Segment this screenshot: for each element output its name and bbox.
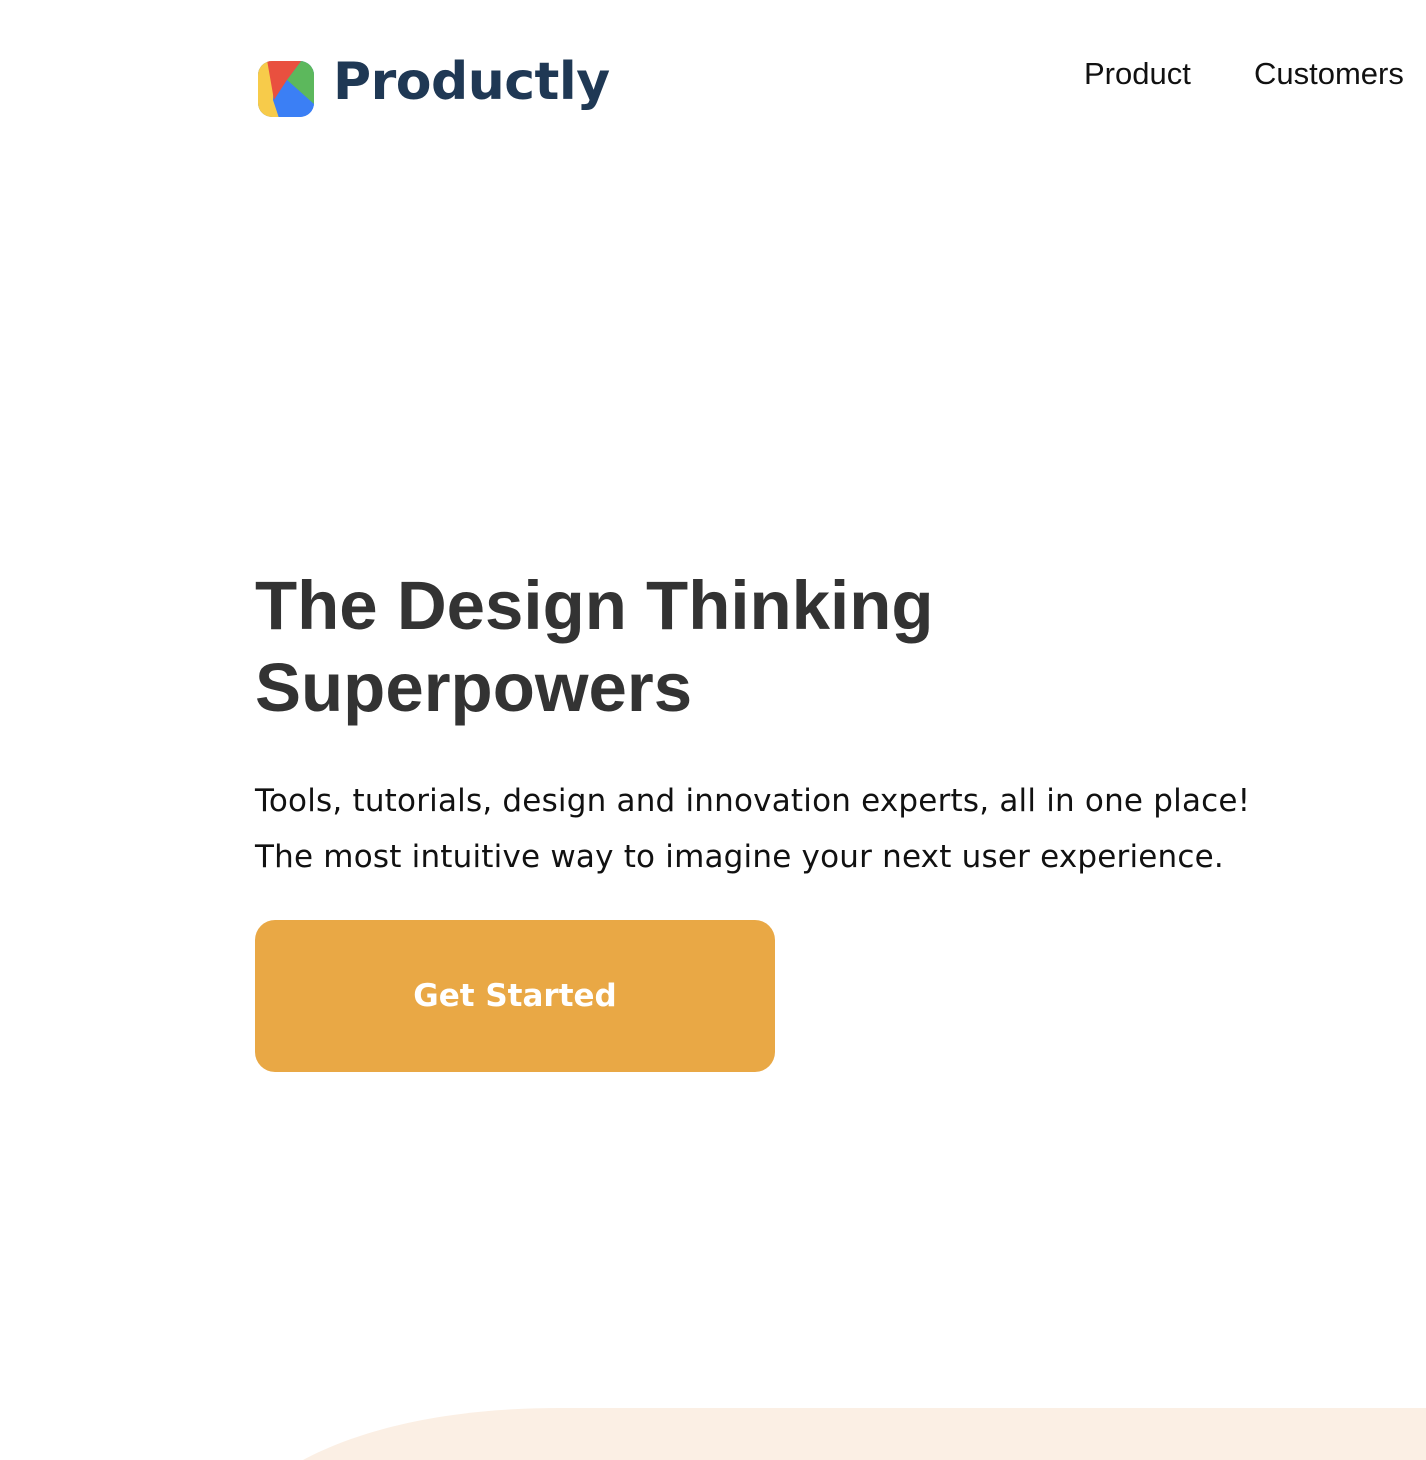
hero-title: The Design Thinking Superpowers	[255, 567, 934, 726]
hero-subtitle-line-1: Tools, tutorials, design and innovation …	[255, 783, 1251, 819]
hero-subtitle-line-2: The most intuitive way to imagine your n…	[255, 839, 1224, 875]
nav-customers[interactable]: Customers	[1254, 56, 1404, 92]
brand-name[interactable]: Productly	[333, 52, 610, 112]
decorative-background-shape	[303, 1408, 1426, 1460]
logo[interactable]	[257, 60, 315, 118]
nav-product[interactable]: Product	[1084, 56, 1191, 92]
hero-subtitle: Tools, tutorials, design and innovation …	[255, 773, 1250, 885]
productly-logo-icon	[258, 61, 314, 117]
get-started-button[interactable]: Get Started	[255, 920, 775, 1072]
